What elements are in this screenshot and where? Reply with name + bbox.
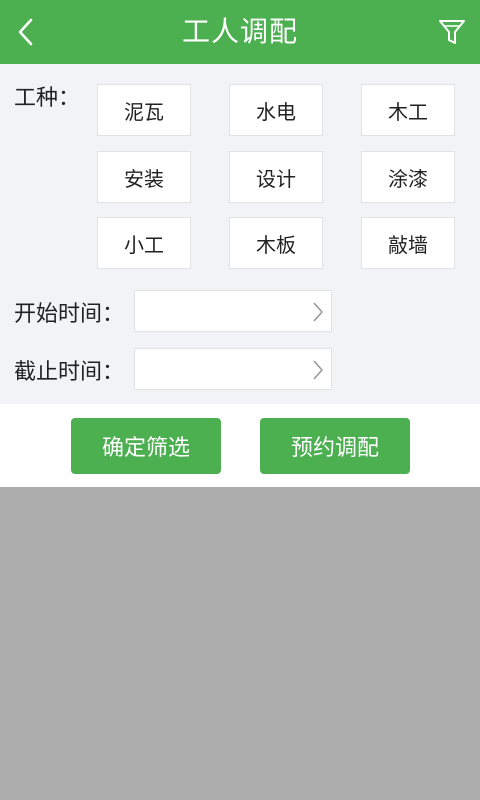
type-chip[interactable]: 水电 <box>229 84 323 136</box>
type-chip[interactable]: 木板 <box>229 217 323 269</box>
back-button[interactable] <box>8 12 44 52</box>
type-chip[interactable]: 小工 <box>97 217 191 269</box>
dim-overlay[interactable] <box>0 487 480 800</box>
type-chip[interactable]: 涂漆 <box>361 151 455 203</box>
worker-type-label: 工种： <box>14 86 81 111</box>
chevron-right-icon <box>313 360 323 380</box>
type-chip[interactable]: 设计 <box>229 151 323 203</box>
type-chip[interactable]: 安装 <box>97 151 191 203</box>
start-time-field[interactable] <box>134 290 332 332</box>
filter-funnel-icon <box>439 20 465 44</box>
confirm-filter-button[interactable]: 确定筛选 <box>71 418 221 474</box>
book-allocation-button[interactable]: 预约调配 <box>260 418 410 474</box>
end-time-field[interactable] <box>134 348 332 390</box>
type-chip[interactable]: 泥瓦 <box>97 84 191 136</box>
chevron-right-icon <box>313 302 323 322</box>
start-time-label: 开始时间： <box>14 302 125 327</box>
type-chip[interactable]: 木工 <box>361 84 455 136</box>
filter-button[interactable] <box>434 12 470 52</box>
app-header: 工人调配 <box>0 0 480 64</box>
end-time-label: 截止时间： <box>14 360 125 385</box>
chevron-left-icon <box>18 18 33 46</box>
page-title: 工人调配 <box>181 15 298 48</box>
type-chip[interactable]: 敲墙 <box>361 217 455 269</box>
